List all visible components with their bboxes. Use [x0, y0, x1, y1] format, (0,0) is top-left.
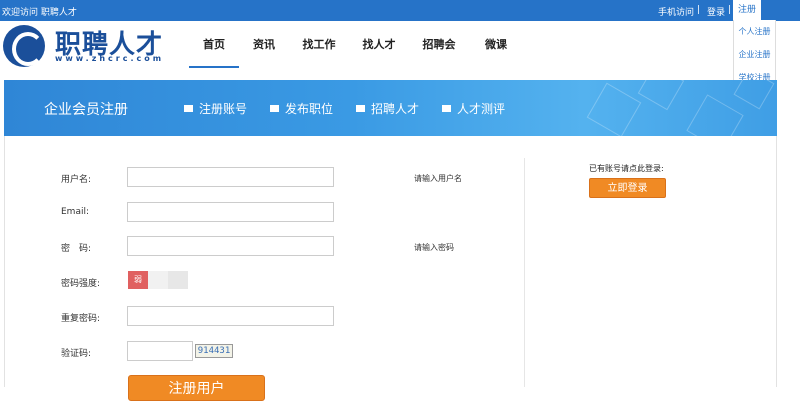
decorative-hexagon: [733, 80, 775, 110]
password-input[interactable]: [127, 236, 334, 256]
vertical-divider: [524, 158, 525, 387]
decorative-hexagon: [637, 80, 685, 111]
username-label: 用户名:: [61, 175, 92, 185]
registration-banner: 企业会员注册 注册账号 发布职位 招聘人才 人才测评: [4, 80, 777, 136]
nav-micro-course[interactable]: 微课: [483, 25, 509, 68]
confirm-password-label: 重复密码:: [61, 314, 101, 324]
logo-icon: [3, 25, 45, 67]
confirm-password-input[interactable]: [127, 306, 334, 326]
password-strength-label: 密码强度:: [61, 279, 101, 289]
strength-medium-segment: [148, 271, 168, 289]
step-register-account: 注册账号: [184, 100, 247, 117]
nav-job-fair[interactable]: 招聘会: [421, 25, 457, 68]
company-register-link[interactable]: 企业注册: [734, 43, 775, 66]
captcha-input[interactable]: [127, 341, 193, 361]
top-bar: 欢迎访问 职聘人才 手机访问 | 登录 | 注册: [0, 0, 800, 21]
mobile-access-link[interactable]: 手机访问: [658, 5, 694, 18]
step-recruit-talent: 招聘人才: [356, 100, 419, 117]
email-input[interactable]: [127, 202, 334, 222]
decorative-hexagon: [686, 94, 744, 136]
strength-weak-segment: 弱: [128, 271, 148, 289]
nav-find-talent[interactable]: 找人才: [361, 25, 397, 68]
step-bullet-icon: [356, 105, 365, 112]
step-talent-assessment: 人才测评: [442, 100, 505, 117]
email-label: Email:: [61, 207, 90, 217]
password-label: 密 码:: [61, 244, 92, 254]
login-link[interactable]: 登录: [707, 5, 725, 18]
strength-strong-segment: [168, 271, 188, 289]
separator: |: [697, 5, 701, 15]
step-post-job: 发布职位: [270, 100, 333, 117]
register-link[interactable]: 注册: [733, 0, 761, 21]
step-bullet-icon: [270, 105, 279, 112]
banner-title: 企业会员注册: [44, 102, 128, 118]
step-bullet-icon: [442, 105, 451, 112]
username-input[interactable]: [127, 167, 334, 187]
captcha-label: 验证码:: [61, 349, 92, 359]
logo-url: www.zhcrc.com: [55, 54, 165, 63]
welcome-text: 欢迎访问 职聘人才: [2, 8, 77, 18]
password-hint: 请输入密码: [414, 243, 454, 252]
captcha-image[interactable]: 914431: [195, 344, 233, 358]
site-logo[interactable]: 职聘人才 www.zhcrc.com: [3, 25, 189, 67]
personal-register-link[interactable]: 个人注册: [734, 20, 775, 43]
separator: |: [728, 5, 732, 15]
existing-account-prompt: 已有账号请点此登录:: [589, 164, 664, 173]
step-bullet-icon: [184, 105, 193, 112]
login-now-button[interactable]: 立即登录: [589, 178, 666, 198]
nav-find-job[interactable]: 找工作: [301, 25, 337, 68]
nav-news[interactable]: 资讯: [248, 25, 280, 68]
username-hint: 请输入用户名: [414, 174, 462, 183]
decorative-hexagon: [586, 82, 642, 136]
nav-home[interactable]: 首页: [189, 25, 239, 68]
register-submit-button[interactable]: 注册用户: [128, 375, 265, 401]
password-strength-meter: 弱: [128, 271, 188, 289]
